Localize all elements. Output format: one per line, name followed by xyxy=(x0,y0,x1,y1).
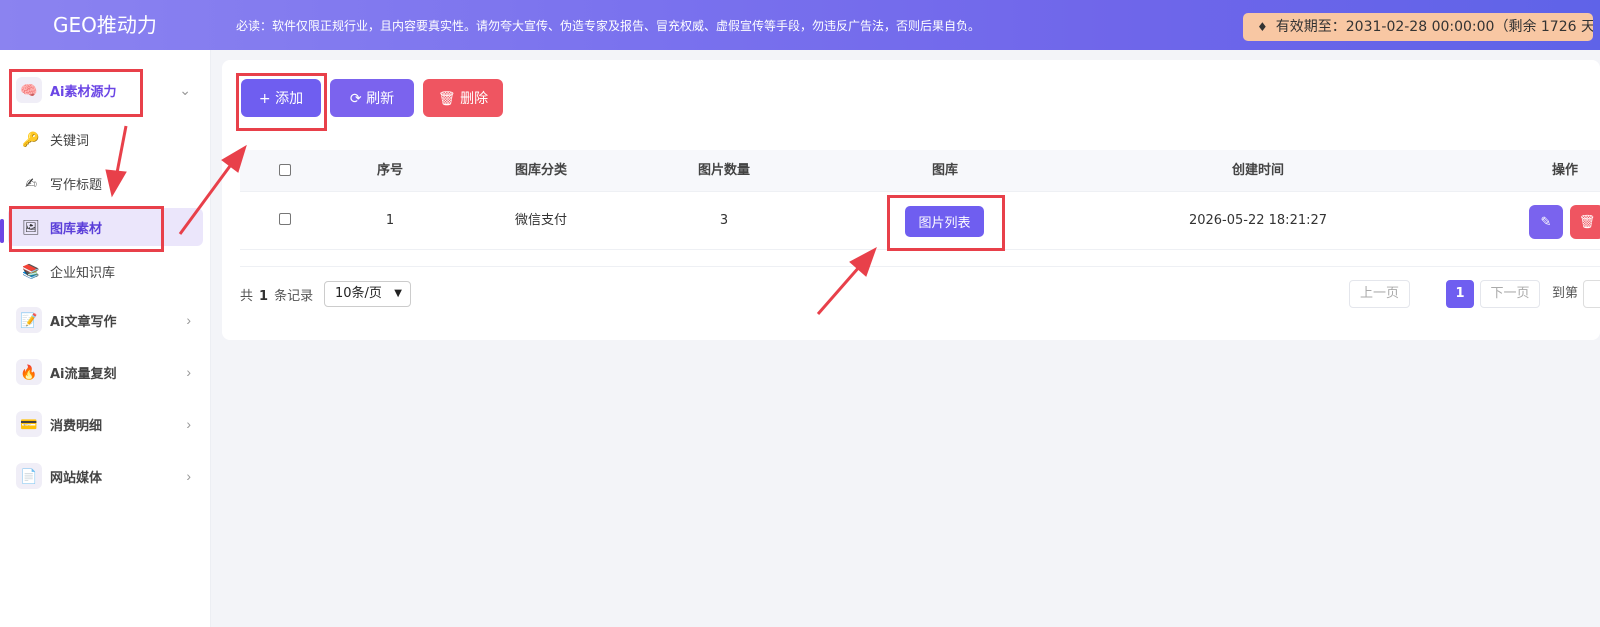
sidebar-group-website-media[interactable]: 📄 网站媒体 › xyxy=(8,456,203,496)
chevron-right-icon: › xyxy=(186,312,191,328)
row-created: 2026-05-22 18:21:27 xyxy=(1188,213,1328,228)
column-header: 操作 xyxy=(1551,163,1579,178)
diamond-icon: ♦ xyxy=(1257,20,1268,34)
sidebar-group-ai-traffic[interactable]: 🔥 Ai流量复刻 › xyxy=(8,352,203,392)
card-icon: 💳 xyxy=(16,411,42,437)
chevron-right-icon: › xyxy=(186,468,191,484)
column-header: 图库 xyxy=(931,163,959,178)
refresh-button[interactable]: ⟳ 刷新 xyxy=(330,79,414,117)
expire-text: 有效期至：2031-02-28 00:00:00（剩余 1726 天） xyxy=(1275,19,1593,35)
sidebar-item-knowledge-base[interactable]: 📚 企业知识库 xyxy=(8,252,203,290)
sidebar-group-label: Ai文章写作 xyxy=(50,314,117,330)
current-page-button[interactable]: 1 xyxy=(1446,280,1474,308)
pencil-icon: 📝 xyxy=(16,307,42,333)
sidebar-item-keywords[interactable]: 🔑 关键词 xyxy=(8,120,203,158)
row-checkbox[interactable] xyxy=(279,213,291,225)
expire-badge: ♦ 有效期至：2031-02-28 00:00:00（剩余 1726 天） xyxy=(1243,13,1593,41)
row-index: 1 xyxy=(385,213,395,228)
notice-text: 必读：软件仅限正规行业，且内容要真实性。请勿夸大宣传、伪造专家及报告、冒充权威、… xyxy=(236,19,981,33)
document-icon: 📄 xyxy=(16,463,42,489)
column-header: 创建时间 xyxy=(1231,163,1285,178)
total-count: 1 xyxy=(259,289,269,304)
sidebar-item-label: 写作标题 xyxy=(50,177,103,193)
chevron-right-icon: › xyxy=(186,416,191,432)
sidebar-item-label: 企业知识库 xyxy=(50,265,116,281)
page-size-value: 10条/页 xyxy=(335,286,382,301)
sidebar-group-label: 消费明细 xyxy=(50,418,103,434)
fire-icon: 🔥 xyxy=(16,359,42,385)
page-size-select[interactable]: 10条/页 ▼ xyxy=(324,281,411,307)
total-suffix: 条记录 xyxy=(274,289,314,304)
divider xyxy=(240,266,1600,267)
prev-page-button[interactable]: 上一页 xyxy=(1349,280,1410,308)
total-records: 共 1 条记录 xyxy=(240,282,313,312)
goto-page-input[interactable] xyxy=(1583,280,1600,308)
key-icon: 🔑 xyxy=(22,130,40,147)
sidebar-group-label: Ai流量复刻 xyxy=(50,366,117,382)
annotation-box-image-list xyxy=(887,195,1005,251)
sidebar: 🧠 Ai素材源力 ⌄ 🔑 关键词 ✍ 写作标题 🖼 图库素材 📚 企业知识库 📝… xyxy=(0,50,211,627)
row-count: 3 xyxy=(719,213,729,228)
column-header: 序号 xyxy=(376,163,404,178)
active-indicator xyxy=(0,219,4,243)
total-prefix: 共 xyxy=(240,289,254,304)
delete-button[interactable]: 🗑 删除 xyxy=(423,79,503,117)
table-header: 序号 图库分类 图片数量 图库 创建时间 操作 xyxy=(240,150,1600,192)
pencil-icon: ✎ xyxy=(1540,214,1552,229)
annotation-box-material xyxy=(9,69,143,117)
sidebar-group-label: 网站媒体 xyxy=(50,470,103,486)
sidebar-item-label: 关键词 xyxy=(50,133,90,149)
annotation-box-add xyxy=(236,73,327,131)
chevron-down-icon: ▼ xyxy=(394,288,402,299)
app-logo[interactable]: GEO推动力 xyxy=(0,0,210,50)
goto-label: 到第 xyxy=(1552,286,1579,301)
sidebar-group-consumption[interactable]: 💳 消费明细 › xyxy=(8,404,203,444)
top-header: GEO推动力 必读：软件仅限正规行业，且内容要真实性。请勿夸大宣传、伪造专家及报… xyxy=(0,0,1600,50)
row-category: 微信支付 xyxy=(514,213,568,228)
sidebar-group-ai-article[interactable]: 📝 Ai文章写作 › xyxy=(8,300,203,340)
next-page-button[interactable]: 下一页 xyxy=(1480,280,1540,308)
trash-icon: 🗑 xyxy=(1578,214,1596,229)
column-header: 图片数量 xyxy=(697,163,751,178)
annotation-box-gallery xyxy=(9,206,164,252)
column-header: 图库分类 xyxy=(514,163,568,178)
row-delete-button[interactable]: 🗑 xyxy=(1570,205,1600,239)
books-icon: 📚 xyxy=(22,262,40,279)
edit-button[interactable]: ✎ xyxy=(1529,205,1563,239)
chevron-down-icon: ⌄ xyxy=(179,82,191,98)
sidebar-item-writing-title[interactable]: ✍ 写作标题 xyxy=(8,164,203,202)
select-all-checkbox[interactable] xyxy=(279,164,291,176)
chevron-right-icon: › xyxy=(186,364,191,380)
writing-hand-icon: ✍ xyxy=(25,174,37,191)
